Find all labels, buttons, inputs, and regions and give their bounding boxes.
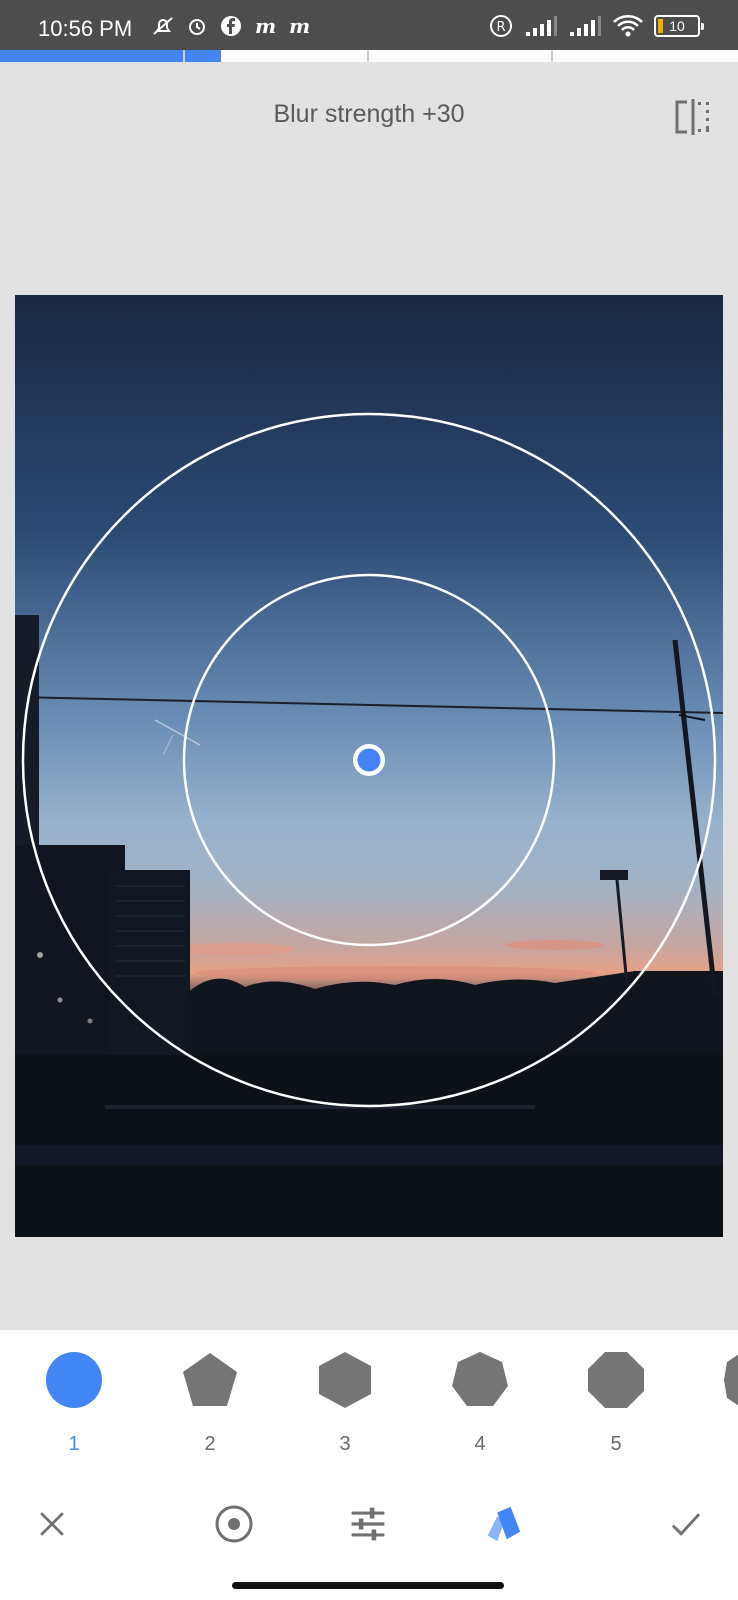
photo-canvas[interactable] xyxy=(15,295,723,1237)
svg-text:R: R xyxy=(497,20,506,35)
shape-label: 5 xyxy=(610,1433,622,1455)
progress-divider xyxy=(551,50,553,62)
svg-text:m: m xyxy=(255,14,276,38)
shape-pentagon-button[interactable] xyxy=(180,1350,240,1410)
close-icon[interactable] xyxy=(30,1502,74,1546)
progress-segment xyxy=(185,50,221,62)
style-cards-icon[interactable] xyxy=(481,1502,525,1546)
home-indicator[interactable] xyxy=(232,1582,504,1589)
wifi-icon xyxy=(612,14,644,38)
progress-divider xyxy=(367,50,369,62)
outer-blur-radius-ring[interactable] xyxy=(23,414,715,1106)
shape-label: 4 xyxy=(474,1433,486,1455)
signal-icon xyxy=(568,14,602,38)
battery-level: 10 xyxy=(669,18,685,34)
registered-icon: R xyxy=(488,14,514,38)
shape-octagon-button[interactable] xyxy=(586,1350,646,1410)
shape-heptagon-button[interactable] xyxy=(450,1350,510,1410)
alarm-icon xyxy=(184,14,210,38)
battery-icon: 10 xyxy=(654,15,704,37)
compare-icon[interactable] xyxy=(673,98,713,136)
shape-circle-button[interactable] xyxy=(44,1350,104,1410)
status-time: 10:56 PM xyxy=(38,16,133,41)
m-app-icon: m xyxy=(286,14,312,38)
status-icons-right: R 10 xyxy=(488,14,704,38)
mute-icon xyxy=(150,14,176,38)
stories-progress xyxy=(0,50,738,62)
shape-more-button[interactable] xyxy=(722,1350,738,1410)
m-app-icon: m xyxy=(252,14,278,38)
progress-segment xyxy=(0,50,183,62)
blur-strength-title: Blur strength +30 xyxy=(273,100,465,128)
shape-label: 3 xyxy=(339,1433,351,1455)
radio-target-icon[interactable] xyxy=(212,1502,256,1546)
progress-divider xyxy=(183,50,185,62)
svg-text:m: m xyxy=(289,14,310,38)
facebook-icon xyxy=(218,14,244,38)
status-bar: 10:56 PM m m R 10 xyxy=(0,0,738,50)
shape-label: 2 xyxy=(204,1433,216,1455)
signal-icon xyxy=(524,14,558,38)
check-icon[interactable] xyxy=(664,1502,708,1546)
shape-label: 1 xyxy=(68,1433,80,1455)
shape-hexagon-button[interactable] xyxy=(315,1350,375,1410)
status-icons-left: m m xyxy=(150,14,312,38)
tune-icon[interactable] xyxy=(346,1502,390,1546)
